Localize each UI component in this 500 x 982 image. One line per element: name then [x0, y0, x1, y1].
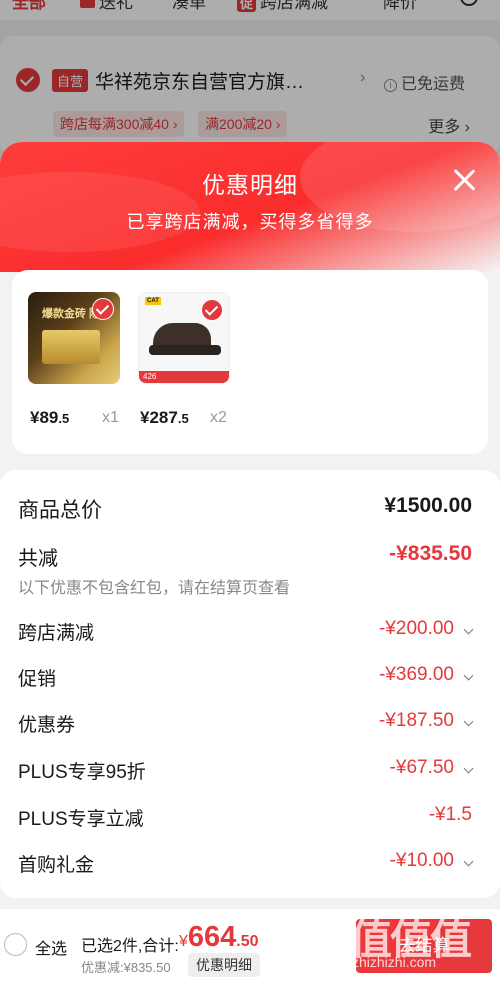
discount-detail-button[interactable]: 优惠明细	[188, 953, 260, 977]
discount-row[interactable]: 首购礼金 -¥10.00	[18, 850, 474, 880]
sheet-title: 优惠明细	[202, 172, 298, 198]
price-integer: ¥287	[140, 408, 178, 427]
product-thumbnail: CAT 426	[138, 292, 230, 384]
price-decimal: .5	[58, 411, 70, 426]
discount-value: -¥200.00	[378, 618, 454, 639]
select-all-radio[interactable]	[4, 933, 27, 956]
discount-value: -¥1.5	[428, 804, 472, 825]
price-decimal: .5	[177, 411, 189, 426]
total-price-label: 商品总价	[18, 499, 102, 522]
product-item[interactable]: 爆款金砖 陈香	[28, 292, 120, 384]
discount-row[interactable]: 优惠券 -¥187.50	[18, 710, 474, 740]
product-quantity: x1	[102, 409, 119, 426]
close-icon[interactable]	[452, 168, 476, 192]
chevron-down-icon[interactable]	[463, 716, 474, 727]
discount-label: PLUS专享立减	[18, 809, 144, 830]
discount-label: PLUS专享95折	[18, 762, 146, 783]
total-decimal: .50	[236, 933, 259, 950]
discount-label: 首购礼金	[18, 855, 95, 876]
discount-value: -¥10.00	[389, 850, 454, 871]
total-reduce-row: 共减 -¥835.50	[18, 542, 472, 572]
currency-symbol: ¥	[179, 933, 188, 950]
product-price: ¥287.5	[140, 408, 189, 428]
discount-row: PLUS专享立减 -¥1.5	[18, 804, 472, 834]
discount-detail-sheet: 优惠明细 已享跨店满减，买得多省得多 爆款金砖 陈香 ¥89.5 x1 CAT …	[0, 142, 500, 982]
discount-row[interactable]: 跨店满减 -¥200.00	[18, 618, 474, 648]
products-card: 爆款金砖 陈香 ¥89.5 x1 CAT 426 ¥287.5 x2	[12, 270, 488, 454]
discount-value: -¥67.50	[389, 757, 454, 778]
selected-check-icon[interactable]	[201, 299, 223, 321]
discount-note: 以下优惠不包含红包，请在结算页查看	[18, 580, 291, 597]
total-amount: ¥664.50	[179, 921, 259, 954]
discount-value: -¥369.00	[378, 664, 454, 685]
checkout-button[interactable]: 去结算	[356, 919, 492, 973]
sheet-header: 优惠明细 已享跨店满减，买得多省得多	[0, 142, 500, 272]
discount-label: 优惠券	[18, 715, 76, 736]
discount-label: 跨店满减	[18, 623, 95, 644]
price-band: 426	[139, 371, 229, 383]
modal-backdrop[interactable]	[0, 0, 500, 160]
discount-label: 促销	[18, 669, 57, 690]
total-reduce-value: -¥835.50	[389, 542, 472, 565]
product-quantity: x2	[210, 409, 227, 426]
discount-row[interactable]: 促销 -¥369.00	[18, 664, 474, 694]
price-integer: ¥89	[30, 408, 59, 427]
brand-logo: CAT	[145, 297, 161, 305]
tea-box-image	[42, 330, 100, 364]
chevron-down-icon[interactable]	[463, 856, 474, 867]
total-integer: 664	[187, 921, 237, 953]
checkout-bar: 全选 已选2件,合计: ¥664.50 优惠减:¥835.50 优惠明细 去结算	[0, 908, 500, 982]
discount-summary: 优惠减:¥835.50	[81, 960, 171, 975]
total-price-value: ¥1500.00	[384, 494, 472, 517]
discount-value: -¥187.50	[378, 710, 454, 731]
price-summary-card: 商品总价 ¥1500.00 共减 -¥835.50 以下优惠不包含红包，请在结算…	[0, 470, 500, 898]
chevron-down-icon[interactable]	[463, 763, 474, 774]
total-reduce-label: 共减	[18, 548, 58, 570]
product-item[interactable]: CAT 426	[138, 292, 230, 384]
total-price-row: 商品总价 ¥1500.00	[18, 494, 472, 524]
chevron-down-icon[interactable]	[463, 624, 474, 635]
selected-check-icon[interactable]	[92, 298, 114, 320]
chevron-down-icon[interactable]	[463, 670, 474, 681]
shoe-sole-image	[149, 345, 221, 355]
product-price: ¥89.5	[30, 408, 69, 428]
sheet-subtitle: 已享跨店满减，买得多省得多	[126, 212, 374, 232]
select-all-label[interactable]: 全选	[35, 935, 67, 959]
selected-count: 已选2件,合计:	[81, 938, 179, 955]
discount-row[interactable]: PLUS专享95折 -¥67.50	[18, 757, 474, 787]
product-thumbnail: 爆款金砖 陈香	[28, 292, 120, 384]
